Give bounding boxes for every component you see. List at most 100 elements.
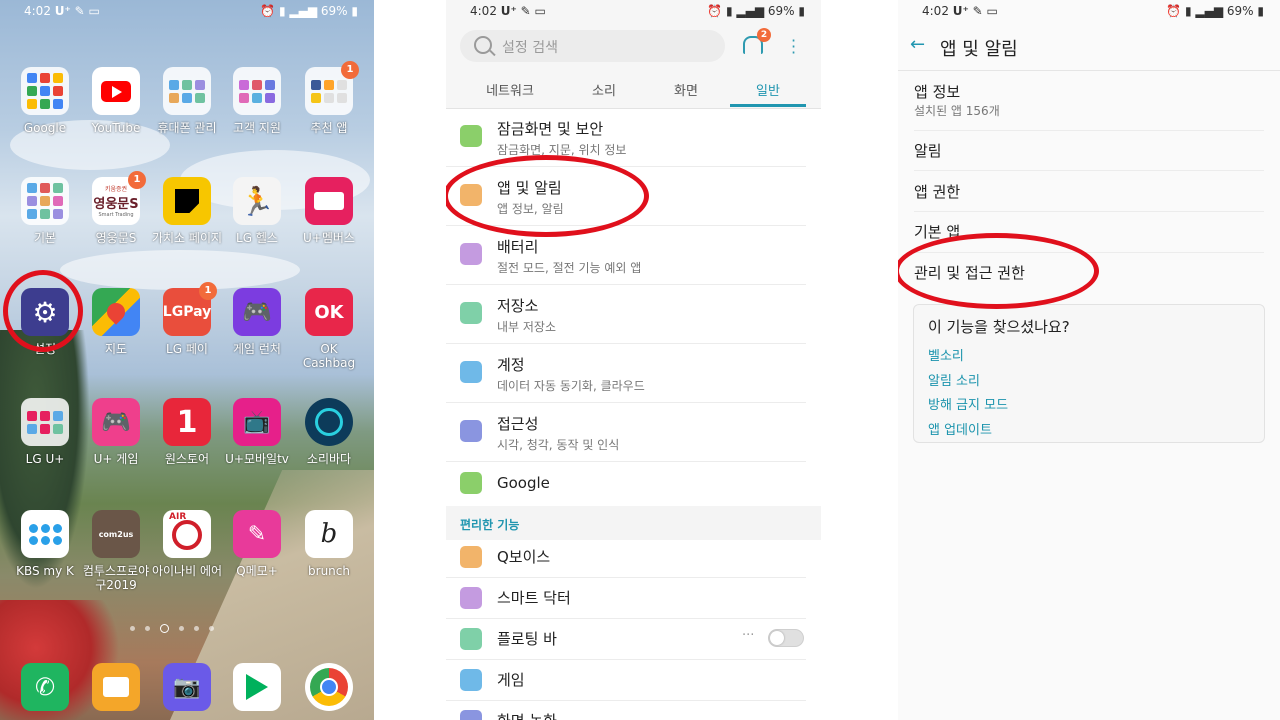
tab-network[interactable]: 네트워크 xyxy=(470,80,550,99)
dock-messages[interactable] xyxy=(80,663,152,711)
app-lg-health[interactable]: 🏃 LG 헬스 xyxy=(221,177,293,245)
dock-play-store[interactable] xyxy=(221,663,293,711)
list-item-app-info[interactable]: 앱 정보 설치된 앱 156개 xyxy=(914,70,1264,131)
settings-tabs: 네트워크 소리 화면 일반 xyxy=(446,74,821,108)
app-label: LG 헬스 xyxy=(236,231,278,245)
notification-bell-icon[interactable]: 2 xyxy=(743,28,771,54)
notification-badge: 1 xyxy=(199,282,217,300)
app-inavi-air[interactable]: AIR 아이나비 에어 xyxy=(151,510,223,578)
item-title: 게임 xyxy=(497,671,525,689)
phone-icon: ✆ xyxy=(21,663,69,711)
basic-folder-icon xyxy=(21,177,69,225)
status-icons: ⏰ ▮ ▂▄▆ 69% ▮ xyxy=(1166,4,1264,18)
app-ok-cashbag[interactable]: OK OK Cashbag xyxy=(293,288,365,370)
account-icon xyxy=(460,361,482,383)
youtube-icon xyxy=(92,67,140,115)
game-icon xyxy=(460,669,482,691)
app-sticky-notes[interactable]: 가치소 페이지 xyxy=(151,177,223,245)
onestore-icon: 1 xyxy=(163,398,211,446)
page-dot xyxy=(194,625,199,631)
app-uplus-tv[interactable]: 📺 U+모바일tv xyxy=(221,398,293,466)
app-kbs-mykey[interactable]: KBS my K xyxy=(9,510,81,578)
active-tab-indicator xyxy=(730,104,806,107)
link-notification-sound[interactable]: 알림 소리 xyxy=(928,370,980,389)
list-item-notifications[interactable]: 알림 xyxy=(914,130,1264,171)
app-phone-manager-folder[interactable]: 휴대폰 관리 xyxy=(151,67,223,135)
settings-item-screen-record[interactable]: 화면 녹화 xyxy=(446,700,806,720)
settings-item-qvoice[interactable]: Q보이스 xyxy=(446,536,806,578)
settings-item-google[interactable]: Google xyxy=(446,462,806,506)
dock-phone[interactable]: ✆ xyxy=(9,663,81,711)
app-label: 아이나비 에어 xyxy=(151,564,223,578)
app-basic-folder[interactable]: 기본 xyxy=(9,177,81,245)
app-label: 게임 런처 xyxy=(233,342,281,356)
app-onestore[interactable]: 1 원스토어 xyxy=(151,398,223,466)
ok-cashbag-icon: OK xyxy=(305,288,353,336)
link-app-updates[interactable]: 앱 업데이트 xyxy=(928,419,992,438)
app-lg-uplus-folder[interactable]: LG U+ xyxy=(9,398,81,466)
floating-bar-toggle[interactable] xyxy=(768,629,804,647)
app-soribada[interactable]: 소리바다 xyxy=(293,398,365,466)
app-heroes-trading[interactable]: 키움증권 영웅문S Smart Trading 1 영웅문S xyxy=(80,171,152,245)
page-dot xyxy=(145,625,150,631)
app-uplus-members[interactable]: U+멤버스 xyxy=(293,177,365,245)
app-label: LG 페이 xyxy=(166,342,208,356)
dock-camera[interactable]: 📷 xyxy=(151,663,223,711)
google-folder-icon xyxy=(21,67,69,115)
settings-item-floating-bar[interactable]: 플로팅 바 ··· xyxy=(446,618,806,660)
item-title: Q보이스 xyxy=(497,548,551,566)
tab-sound[interactable]: 소리 xyxy=(564,80,644,99)
settings-item-game[interactable]: 게임 xyxy=(446,659,806,701)
page-dot-current xyxy=(160,623,169,633)
uplus-members-icon xyxy=(305,177,353,225)
app-recommended-folder[interactable]: 1 추천 앱 xyxy=(293,61,365,135)
app-label: KBS my K xyxy=(16,564,74,578)
status-bar: 4:02 U⁺ ✎ ▭ ⏰ ▮ ▂▄▆ 69% ▮ xyxy=(446,0,821,24)
app-game-launcher[interactable]: 🎮 게임 런처 xyxy=(221,288,293,356)
tab-display[interactable]: 화면 xyxy=(646,80,726,99)
page-header: ← 앱 및 알림 xyxy=(898,24,1280,71)
link-do-not-disturb[interactable]: 방해 금지 모드 xyxy=(928,394,1008,413)
app-uplus-game[interactable]: 🎮 U+ 게임 xyxy=(80,398,152,466)
app-customer-support-folder[interactable]: 고객 지원 xyxy=(221,67,293,135)
game-launcher-icon: 🎮 xyxy=(233,288,281,336)
highlight-circle xyxy=(898,233,1099,309)
app-lg-pay[interactable]: LGPay 1 LG 페이 xyxy=(151,282,223,356)
app-brunch[interactable]: b brunch xyxy=(293,510,365,578)
settings-item-battery[interactable]: 배터리 절전 모드, 절전 기능 예외 앱 xyxy=(446,226,806,285)
dock-chrome[interactable] xyxy=(293,663,365,711)
com2us-baseball-icon: com2us xyxy=(92,510,140,558)
more-options-icon[interactable]: · · · xyxy=(791,33,796,61)
app-qmemo[interactable]: ✎ Q메모+ xyxy=(221,510,293,578)
sticky-note-icon xyxy=(163,177,211,225)
list-item-app-permissions[interactable]: 앱 권한 xyxy=(914,170,1264,212)
lg-pay-icon: LGPay 1 xyxy=(163,282,217,336)
item-subtitle: 시각, 청각, 동작 및 인식 xyxy=(497,438,620,452)
app-maps[interactable]: 지도 xyxy=(80,288,152,356)
com2us-icon-text: com2us xyxy=(98,529,134,539)
storage-icon xyxy=(460,302,482,324)
maps-icon xyxy=(92,288,140,336)
status-icons: ⏰ ▮ ▂▄▆ 69% ▮ xyxy=(260,4,358,18)
soribada-icon xyxy=(305,398,353,446)
back-arrow-icon[interactable]: ← xyxy=(910,34,925,55)
app-com2us-baseball[interactable]: com2us 컴투스프로야구2019 xyxy=(80,510,152,592)
more-dots-icon[interactable]: ··· xyxy=(742,628,754,643)
lg-uplus-folder-icon xyxy=(21,398,69,446)
settings-search-input[interactable]: 설정 검색 xyxy=(460,30,725,62)
item-title: 화면 녹화 xyxy=(497,710,557,720)
link-ringtone[interactable]: 벨소리 xyxy=(928,345,964,364)
uplus-tv-icon: 📺 xyxy=(233,398,281,446)
item-title: 저장소 xyxy=(497,297,539,315)
settings-item-accessibility[interactable]: 접근성 시각, 청각, 동작 및 인식 xyxy=(446,403,806,462)
floating-bar-icon xyxy=(460,628,482,650)
app-google-folder[interactable]: Google xyxy=(9,67,81,135)
settings-item-account[interactable]: 계정 데이터 자동 동기화, 클라우드 xyxy=(446,344,806,403)
card-title: 이 기능을 찾으셨나요? xyxy=(928,318,1070,336)
settings-item-smart-doctor[interactable]: 스마트 닥터 xyxy=(446,577,806,619)
tab-general[interactable]: 일반 xyxy=(728,80,808,99)
settings-item-storage[interactable]: 저장소 내부 저장소 xyxy=(446,285,806,344)
brunch-icon: b xyxy=(305,510,353,558)
app-youtube[interactable]: YouTube xyxy=(80,67,152,135)
page-indicator[interactable] xyxy=(130,623,240,633)
